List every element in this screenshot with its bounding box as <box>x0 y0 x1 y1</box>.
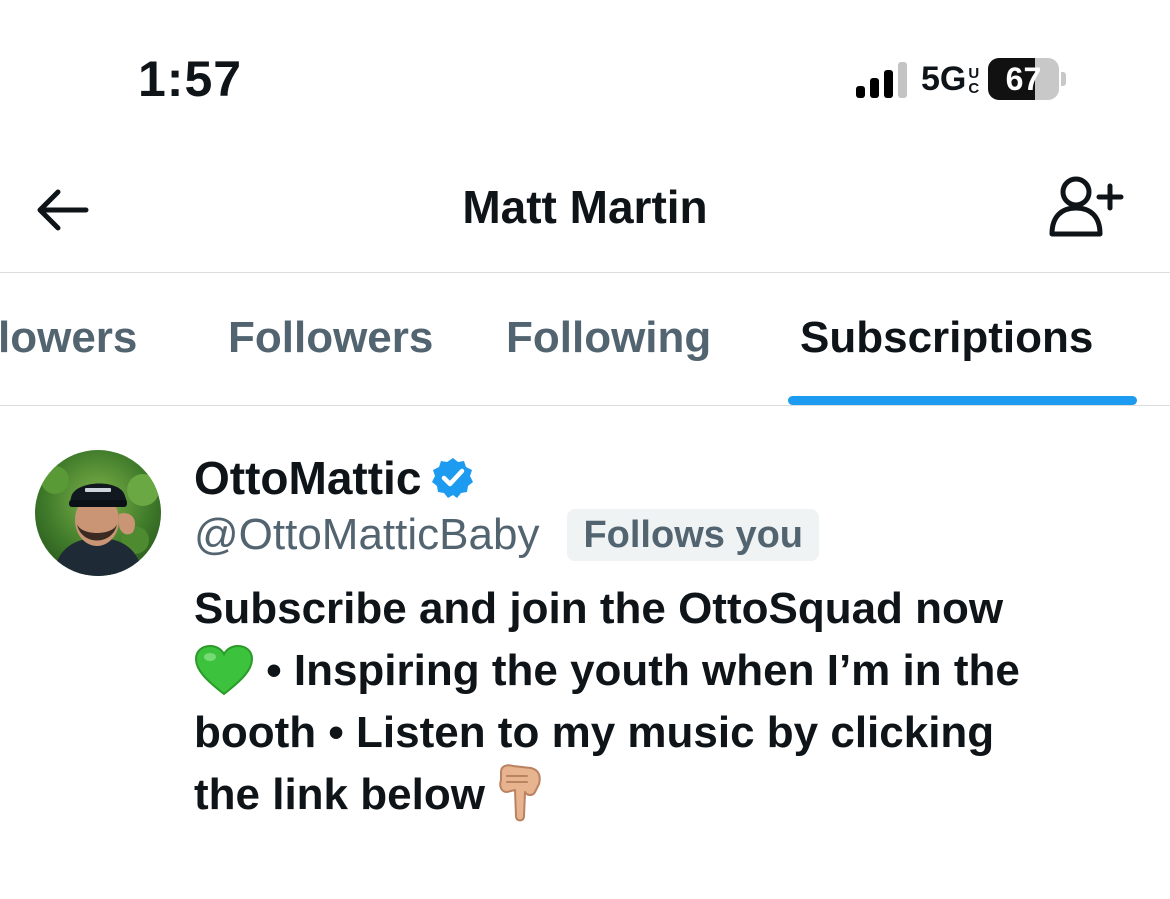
tab-following[interactable]: Following <box>506 313 711 363</box>
profile-tabs: lowers Followers Following Subscriptions <box>0 273 1170 405</box>
avatar-image <box>35 450 161 576</box>
bio-line-3: booth • Listen to my music by clicking <box>194 708 995 757</box>
bio-line-1: Subscribe and join the OttoSquad now <box>194 584 1004 633</box>
tab-verified-followers[interactable]: lowers <box>0 313 137 363</box>
green-heart-icon <box>194 645 254 696</box>
display-name-row: OttoMattic <box>194 450 475 506</box>
network-type: 5G UC <box>921 60 980 99</box>
display-name[interactable]: OttoMattic <box>194 451 421 505</box>
status-time: 1:57 <box>138 51 243 107</box>
add-user-button[interactable] <box>1040 172 1130 248</box>
bio-line-2: • Inspiring the youth when I’m in the <box>254 646 1020 695</box>
battery-level: 67 <box>1005 61 1042 97</box>
backhand-index-pointing-down-icon <box>499 764 541 822</box>
tab-followers[interactable]: Followers <box>228 313 433 363</box>
network-label: 5G <box>921 59 967 98</box>
user-bio: Subscribe and join the OttoSquad now • I… <box>194 578 1134 826</box>
status-indicators: 5G UC 67 <box>856 56 1067 102</box>
follows-you-badge: Follows you <box>567 509 820 561</box>
bio-line-4: the link below <box>194 770 498 819</box>
page-title: Matt Martin <box>462 181 708 233</box>
network-suffix: UC <box>968 64 980 97</box>
avatar[interactable] <box>35 450 161 576</box>
user-list-item[interactable]: OttoMattic @OttoMatticBaby Follows you S… <box>0 406 1170 899</box>
status-bar: 1:57 5G UC 67 <box>0 0 1170 150</box>
user-handle: @OttoMatticBaby <box>194 510 540 559</box>
active-tab-indicator <box>788 396 1137 405</box>
add-user-icon <box>1049 176 1124 237</box>
battery-icon: 67 <box>988 58 1067 100</box>
handle-row: @OttoMatticBaby Follows you <box>194 506 820 564</box>
verified-badge-icon <box>432 458 474 498</box>
tab-subscriptions[interactable]: Subscriptions <box>800 313 1093 363</box>
cellular-signal-icon <box>856 60 907 98</box>
profile-header: Matt Martin <box>0 150 1170 273</box>
